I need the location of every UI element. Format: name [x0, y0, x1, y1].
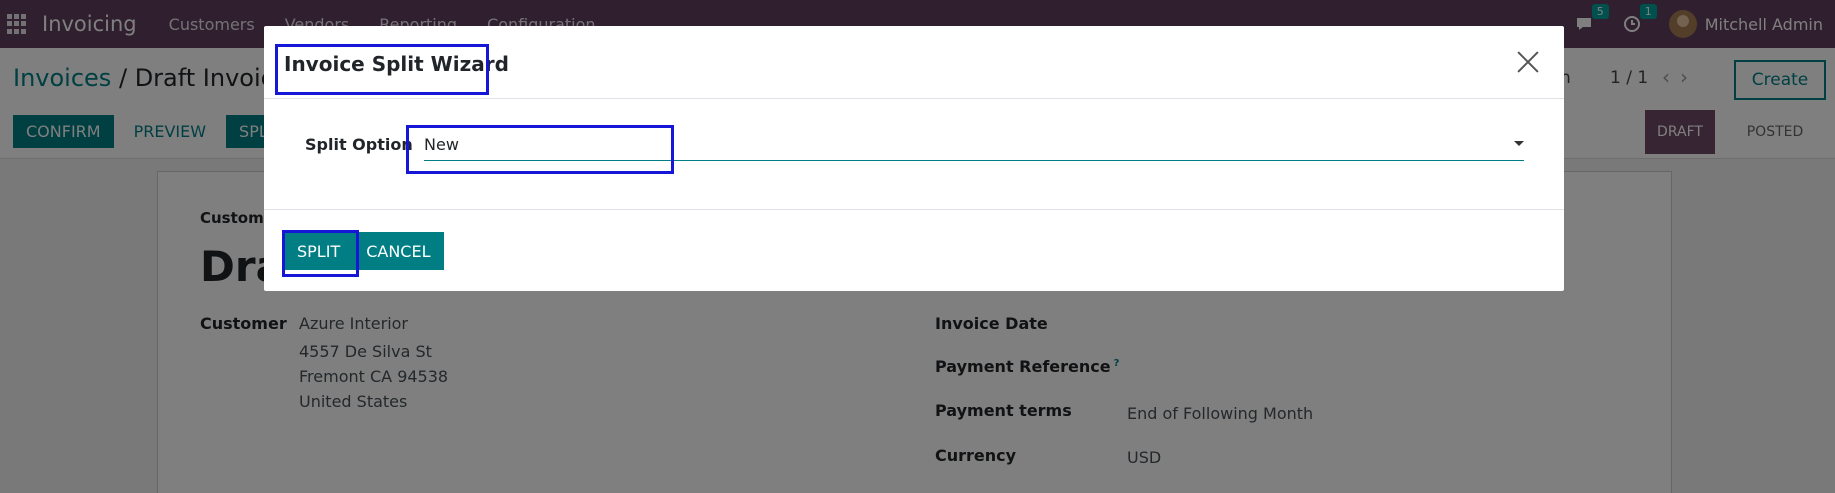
cancel-button[interactable]: CANCEL	[353, 232, 444, 270]
close-icon[interactable]	[1514, 48, 1542, 76]
highlight-split-button	[282, 230, 359, 277]
highlight-modal-title	[275, 44, 489, 95]
caret-down-icon	[1514, 141, 1524, 146]
modal-footer: SPLIT CANCEL	[264, 209, 1564, 291]
highlight-split-option	[406, 125, 674, 174]
split-option-label: Split Option	[305, 135, 413, 154]
